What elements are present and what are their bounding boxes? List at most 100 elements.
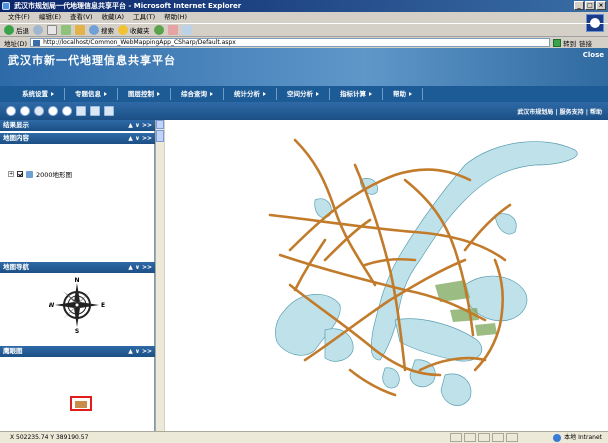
nav-panel-title: 地图导航 [3,263,29,271]
go-label: 转到 [563,39,577,48]
overview-panel-header[interactable]: 鹰眼图 ▲ ∨ >> [0,346,155,357]
menu-file[interactable]: 文件(F) [8,12,30,23]
overview-thumbnail [75,401,87,408]
layer-checkbox[interactable] [17,171,23,177]
menu-edit[interactable]: 编辑(E) [39,12,61,23]
road [268,213,507,262]
water-body [440,373,472,406]
window-controls: _ □ × [574,1,606,10]
caret-right-icon [316,92,319,96]
security-zone: 本地 Intranet [553,432,602,443]
nav-panel-header[interactable]: 地图导航 ▲ ∨ >> [0,262,155,273]
caret-right-icon [157,92,160,96]
results-panel-title: 结果显示 [3,121,29,129]
scroll-thumb[interactable] [156,130,164,142]
window-title: 武汉市规划局一代地理信息共享平台 - Microsoft Internet Ex… [14,2,242,10]
app-title: 武汉市新一代地理信息共享平台 [8,54,176,67]
address-bar: 地址(D) http://localhost/Common_WebMapping… [0,37,608,48]
left-panel: 结果显示 ▲ ∨ >> 地图内容 ▲ ∨ >> + 2000地形图 地图导航 ▲… [0,120,155,431]
expand-icon[interactable]: + [8,171,14,177]
panel-controls[interactable]: ▲ ∨ >> [128,346,152,357]
layers-panel-title: 地图内容 [3,134,29,142]
print-icon[interactable] [181,25,192,35]
menu-view[interactable]: 查看(V) [70,12,93,23]
address-input[interactable]: http://localhost/Common_WebMappingApp_CS… [30,38,551,47]
water-body [494,213,517,235]
overview-extent-box[interactable] [70,396,92,411]
favorites-label: 收藏夹 [130,27,150,35]
go-arrow-icon [553,38,562,47]
nav-thematic-info[interactable]: 专题信息 [65,88,118,100]
water-body [394,318,483,362]
address-label: 地址(D) [4,39,28,48]
panel-controls[interactable]: ▲ ∨ >> [128,120,152,131]
app-banner: 武汉市新一代地理信息共享平台 Close [0,48,608,86]
window-titlebar: 武汉市规划局一代地理信息共享平台 - Microsoft Internet Ex… [0,0,608,12]
stop-icon[interactable] [47,25,57,35]
panel-controls[interactable]: ▲ ∨ >> [128,262,152,273]
mail-icon[interactable] [167,25,178,35]
caret-right-icon [409,92,412,96]
zone-label: 本地 Intranet [564,434,602,441]
layer-name: 2000地形图 [36,171,73,179]
caret-right-icon [104,92,107,96]
caret-right-icon [263,92,266,96]
green-area [475,323,497,336]
map-tools [0,106,114,116]
left-panel-scrollbar[interactable] [155,120,164,431]
nav-statistics[interactable]: 统计分析 [224,88,277,100]
compass-rose[interactable]: N S W E [49,277,105,333]
full-extent-icon[interactable] [48,106,58,116]
results-panel-header[interactable]: 结果显示 ▲ ∨ >> [0,120,155,131]
back-button[interactable]: 后退 [4,25,29,35]
header-links[interactable]: 武汉市规划局 | 服务支持 | 帮助 [517,107,602,116]
refresh-icon[interactable] [61,25,71,35]
history-icon[interactable] [153,25,164,35]
search-icon [89,25,99,35]
caret-right-icon [210,92,213,96]
page-icon [33,40,41,46]
menu-favorites[interactable]: 收藏(A) [102,12,125,23]
map-toolbar: 武汉市规划局 | 服务支持 | 帮助 [0,102,608,120]
menu-help[interactable]: 帮助(H) [164,12,187,23]
nav-layer-control[interactable]: 图层控制 [118,88,171,100]
nav-query[interactable]: 综合查询 [171,88,224,100]
back-label: 后退 [16,27,29,35]
maximize-button[interactable]: □ [585,1,595,10]
close-button[interactable]: × [596,1,606,10]
map-canvas[interactable] [165,120,608,431]
home-icon[interactable] [75,25,85,35]
clear-icon[interactable] [104,106,114,116]
panel-controls[interactable]: ▲ ∨ >> [128,133,152,144]
zoom-out-icon[interactable] [20,106,30,116]
zoom-in-icon[interactable] [6,106,16,116]
nav-spatial-analysis[interactable]: 空间分析 [277,88,330,100]
nav-index-calc[interactable]: 指标计算 [330,88,383,100]
favorites-button[interactable]: 收藏夹 [118,25,150,35]
print-map-icon[interactable] [90,106,100,116]
search-button[interactable]: 搜索 [89,25,114,35]
nav-label: 专题信息 [75,90,101,98]
minimize-button[interactable]: _ [574,1,584,10]
ie-icon [2,2,10,10]
nav-help[interactable]: 帮助 [383,88,423,100]
identify-icon[interactable] [62,106,72,116]
pan-icon[interactable] [34,106,44,116]
map-view[interactable] [165,120,608,431]
links-label[interactable]: 链接 [579,38,592,48]
close-link[interactable]: Close [583,51,604,59]
browser-toolbar: 后退 搜索 收藏夹 [0,23,608,37]
compass-w: W [49,302,55,309]
measure-icon[interactable] [76,106,86,116]
map-coordinates: X 502235.74 Y 389190.57 [10,434,89,441]
globe-icon [553,433,562,442]
menu-tools[interactable]: 工具(T) [133,12,155,23]
nav-label: 统计分析 [234,90,260,98]
menu-bar: 文件(F) 编辑(E) 查看(V) 收藏(A) 工具(T) 帮助(H) [0,12,608,23]
forward-arrow-icon[interactable] [33,25,43,35]
layers-panel-header[interactable]: 地图内容 ▲ ∨ >> [0,133,155,144]
scroll-up-icon[interactable] [156,120,164,129]
layer-icon [26,170,33,178]
nav-system-settings[interactable]: 系统设置 [12,88,65,100]
go-button[interactable]: 转到 [553,38,576,48]
